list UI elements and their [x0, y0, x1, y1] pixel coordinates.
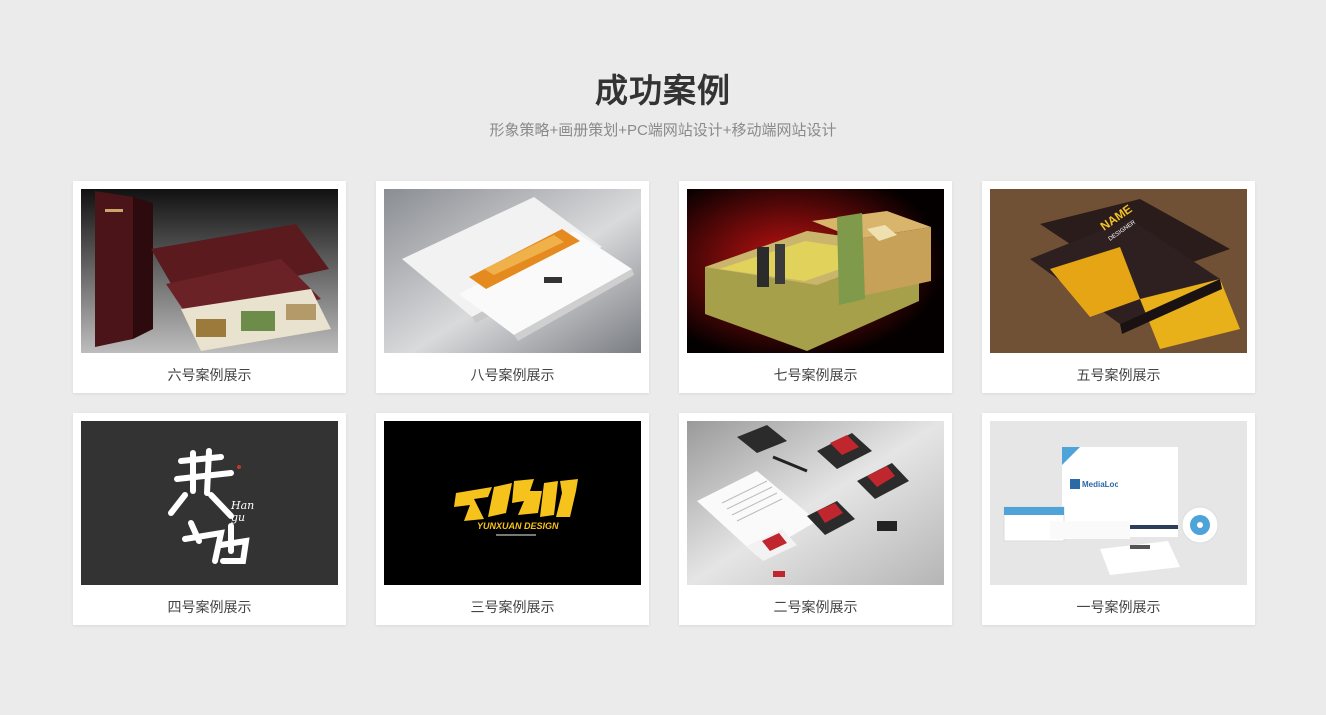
case-card[interactable]: 六号案例展示 [73, 181, 346, 393]
section-subtitle: 形象策略+画册策划+PC端网站设计+移动端网站设计 [489, 122, 837, 139]
case-card[interactable]: NAME DESIGNER 五号案例展示 [982, 181, 1255, 393]
case-image[interactable]: Han gu [81, 421, 338, 585]
brand-wordmark: MediaLoot [1082, 480, 1122, 489]
case-title[interactable]: 四号案例展示 [81, 599, 338, 615]
logo-wordmark: YUNXUAN DESIGN [477, 521, 559, 531]
case-title[interactable]: 七号案例展示 [687, 367, 944, 383]
case-title[interactable]: 二号案例展示 [687, 599, 944, 615]
case-card[interactable]: 八号案例展示 [376, 181, 649, 393]
case-image[interactable]: YUNXUAN DESIGN [384, 421, 641, 585]
section-title: 成功案例 [595, 72, 731, 109]
case-title[interactable]: 一号案例展示 [990, 599, 1247, 615]
case-image[interactable] [687, 421, 944, 585]
case-card[interactable]: 二号案例展示 [679, 413, 952, 625]
case-card[interactable]: YUNXUAN DESIGN 三号案例展示 [376, 413, 649, 625]
case-card[interactable]: 七号案例展示 [679, 181, 952, 393]
case-title[interactable]: 六号案例展示 [81, 367, 338, 383]
case-image[interactable] [81, 189, 338, 353]
case-title[interactable]: 八号案例展示 [384, 367, 641, 383]
logo-latin-text-2: gu [231, 511, 245, 524]
cases-section: 成功案例 形象策略+画册策划+PC端网站设计+移动端网站设计 六号案例展示 八号… [0, 0, 1326, 715]
case-image[interactable] [384, 189, 641, 353]
case-title[interactable]: 三号案例展示 [384, 599, 641, 615]
case-card[interactable]: MediaLoot 一号案例展示 [982, 413, 1255, 625]
case-image[interactable]: NAME DESIGNER [990, 189, 1247, 353]
case-image[interactable] [687, 189, 944, 353]
case-grid: 六号案例展示 八号案例展示 七号案例展示 NAME DESIGNER 五号案例展… [73, 181, 1255, 625]
case-card[interactable]: Han gu 四号案例展示 [73, 413, 346, 625]
case-image[interactable]: MediaLoot [990, 421, 1247, 585]
case-title[interactable]: 五号案例展示 [990, 367, 1247, 383]
